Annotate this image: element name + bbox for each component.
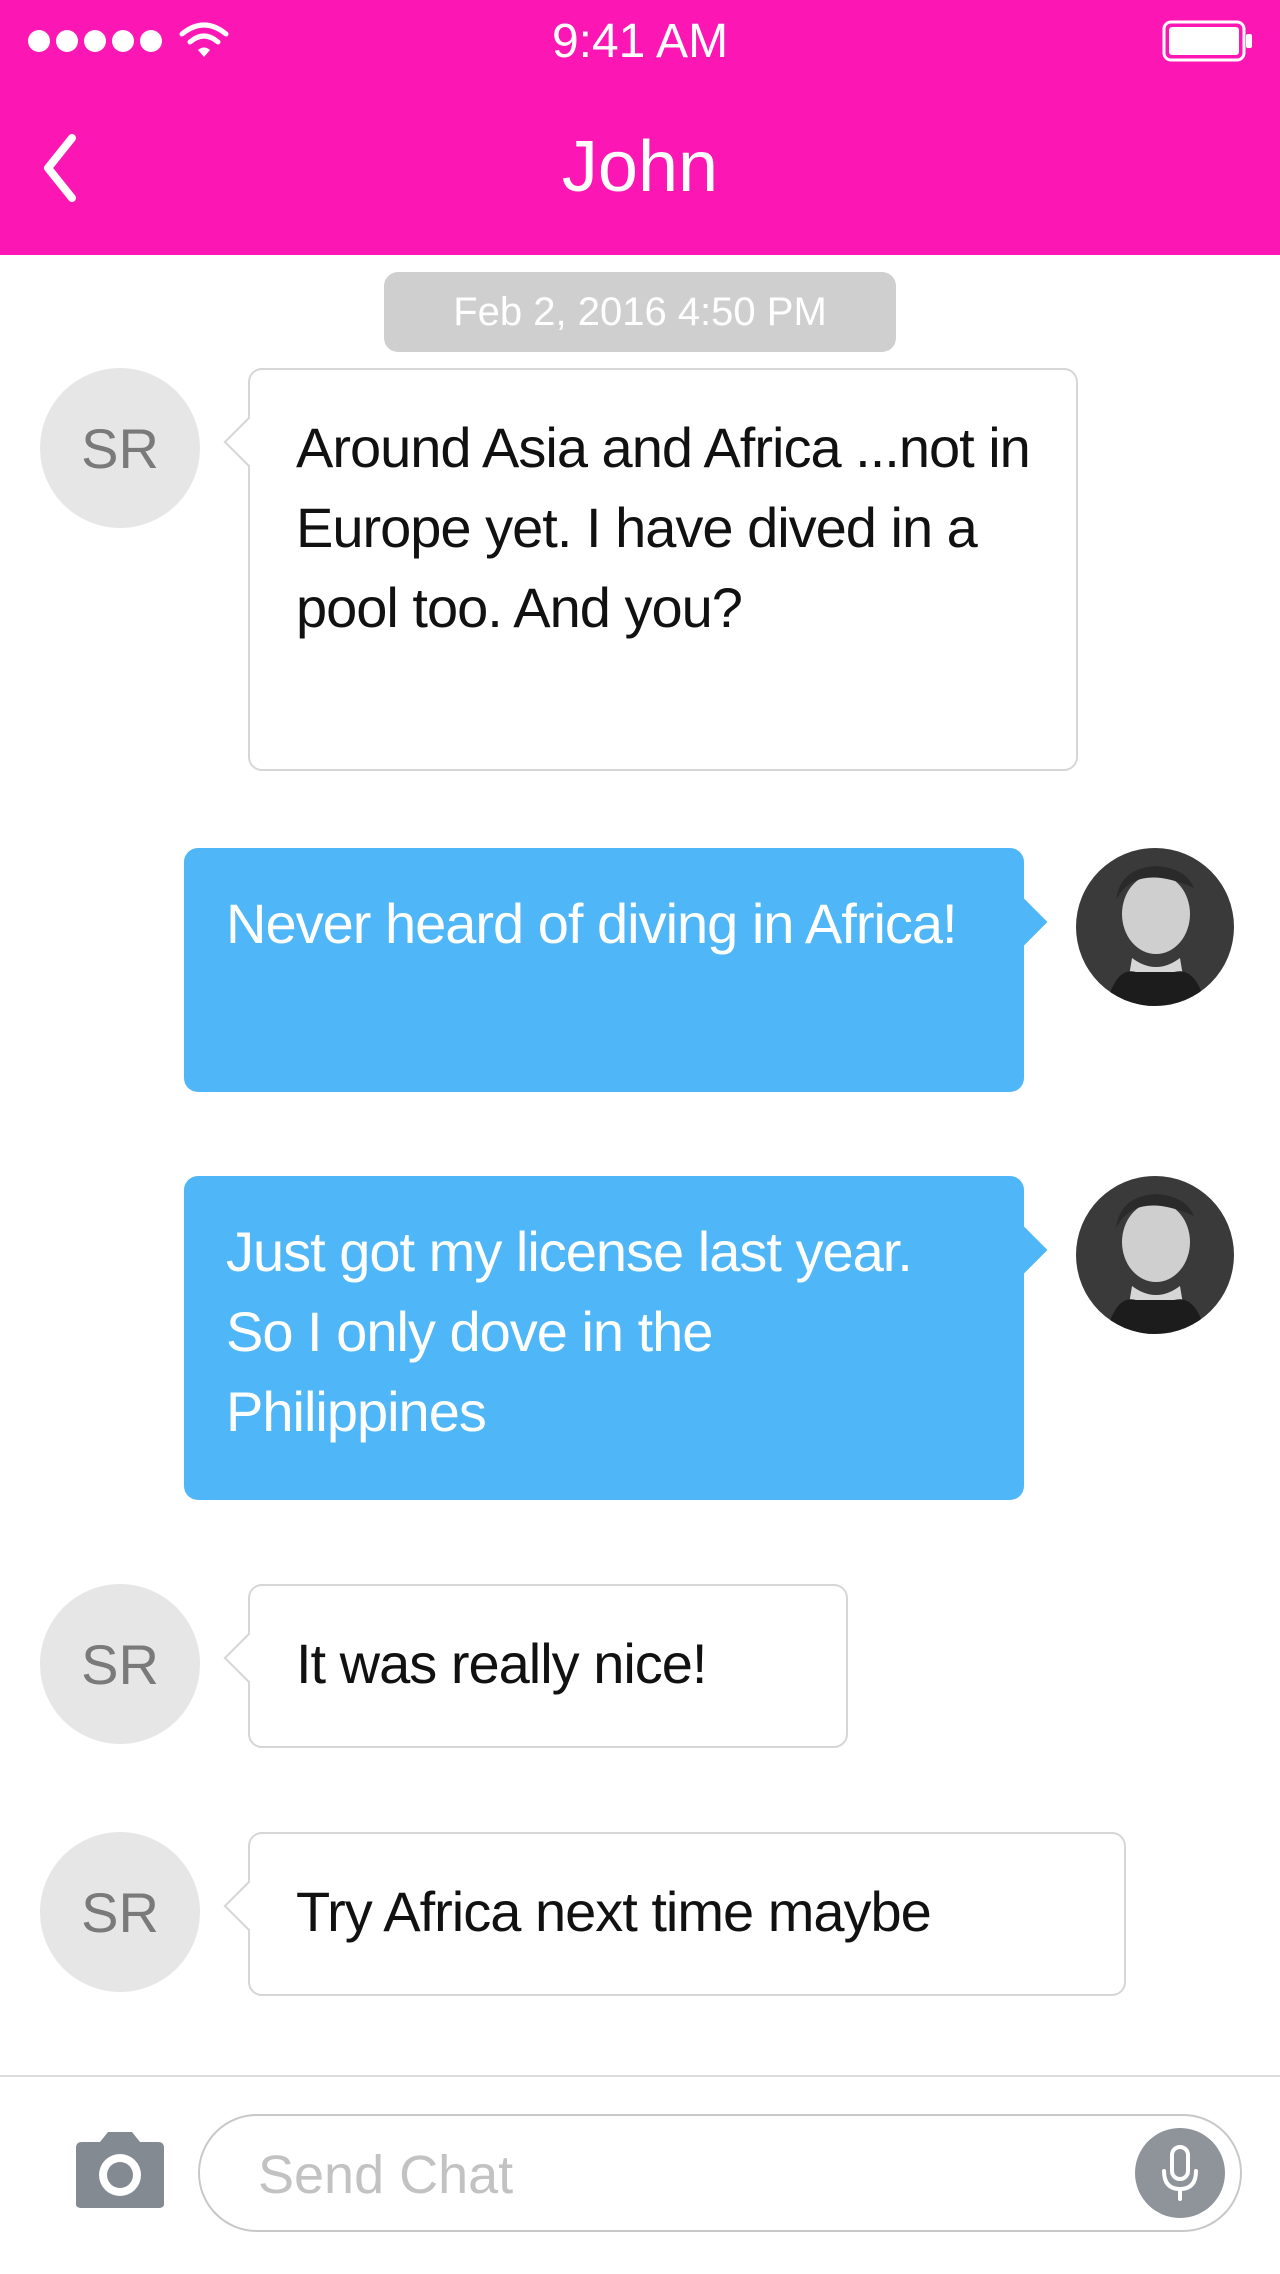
message-bubble-incoming[interactable]: It was really nice! xyxy=(223,1584,848,1748)
chat-title: John xyxy=(561,127,719,207)
message-text: Never heard of diving in Africa! xyxy=(226,892,958,955)
avatar: SR xyxy=(40,1832,200,1992)
status-time: 9:41 AM xyxy=(551,15,729,68)
camera-icon xyxy=(76,2132,164,2208)
avatar: SR xyxy=(40,1584,200,1744)
message-text: Just got my license last year. So I only… xyxy=(226,1220,913,1443)
message-text: It was really nice! xyxy=(296,1632,707,1695)
message-bubble-incoming[interactable]: Around Asia and Africa ...not in Europe … xyxy=(223,368,1078,771)
status-bar: 9:41 AM xyxy=(0,0,1280,80)
avatar-initials: SR xyxy=(81,416,159,480)
date-label: Feb 2, 2016 4:50 PM xyxy=(384,272,896,352)
avatar xyxy=(1076,848,1234,1006)
profile-photo xyxy=(1076,848,1234,1006)
microphone-icon xyxy=(1162,2145,1198,2201)
chat-text-input[interactable] xyxy=(256,2136,1120,2214)
battery-icon xyxy=(1162,20,1252,62)
message-text: Around Asia and Africa ...not in Europe … xyxy=(296,416,1031,639)
avatar xyxy=(1076,1176,1234,1334)
avatar: SR xyxy=(40,368,200,528)
avatar-initials: SR xyxy=(81,1632,159,1696)
message-bubble-outgoing[interactable]: Just got my license last year. So I only… xyxy=(184,1176,1048,1500)
message-bubble-incoming[interactable]: Try Africa next time maybe xyxy=(223,1832,1126,1996)
profile-photo xyxy=(1076,1176,1234,1334)
message-bubble-outgoing[interactable]: Never heard of diving in Africa! xyxy=(184,848,1048,1092)
mic-button[interactable] xyxy=(1135,2128,1225,2218)
camera-button[interactable] xyxy=(70,2130,170,2210)
chat-input-field[interactable] xyxy=(198,2114,1242,2232)
message-text: Try Africa next time maybe xyxy=(296,1880,932,1943)
avatar-initials: SR xyxy=(81,1880,159,1944)
navigation-header: 9:41 AM John xyxy=(0,0,1280,255)
